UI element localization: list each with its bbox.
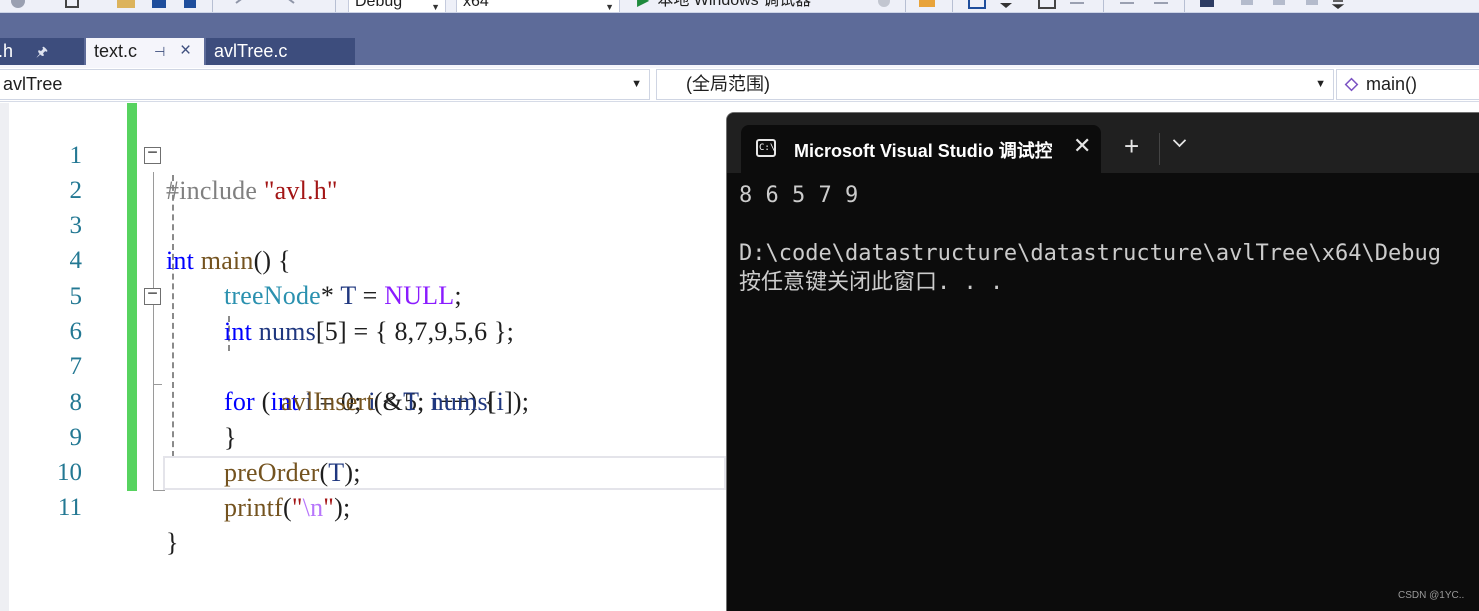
toolbar-separator (212, 0, 213, 12)
method-cube-icon (1344, 77, 1359, 92)
dropdown-small-icon[interactable] (998, 0, 1014, 9)
window-icon[interactable] (1038, 0, 1056, 9)
pin-icon[interactable]: ⊣ (154, 38, 165, 65)
debug-console-window[interactable]: C:\ Microsoft Visual Studio 调试控制台 ✕ + 8 … (726, 112, 1479, 611)
global-scope-value: (全局范围) (686, 74, 770, 94)
back-icon[interactable] (10, 0, 26, 9)
platform-value: x64 (463, 0, 489, 10)
document-tab-strip: l.h 🖈 text.c ⊣ × avlTree.c (0, 13, 1479, 69)
collapse-icon[interactable]: − (144, 145, 161, 164)
code-line-9[interactable]: 9 preOrder(T); (0, 385, 726, 487)
undo-icon[interactable] (234, 0, 250, 9)
chevron-down-icon: ▼ (631, 78, 642, 90)
project-scope-select[interactable]: avlTree ▼ (0, 69, 650, 100)
toolbar-separator (952, 0, 953, 12)
tab-avltree-c[interactable]: avlTree.c (206, 38, 355, 65)
indent-icon[interactable] (1068, 0, 1084, 9)
code-line-8[interactable]: 8 } (0, 350, 726, 452)
code-line-7[interactable]: 7 avlInsert(&T, nums[i]); (0, 314, 726, 416)
comment-icon[interactable] (1118, 0, 1134, 9)
copy-icon[interactable] (64, 0, 80, 9)
pin-icon[interactable]: 🖈 (36, 38, 48, 65)
open-folder-icon[interactable] (116, 0, 135, 9)
configuration-select[interactable]: Debug ▼ (348, 0, 446, 12)
code-line-10[interactable]: 10 printf("\n"); (0, 420, 726, 522)
chevron-down-icon[interactable] (1172, 133, 1187, 148)
code-line-2[interactable]: 2 − int main() { (0, 138, 726, 275)
code-text: printf("\n"); (224, 493, 351, 522)
console-title: Microsoft Visual Studio 调试控制台 (794, 141, 1052, 161)
layout-icon[interactable] (968, 0, 986, 9)
toolbar-separator (335, 0, 336, 12)
save-all-icon[interactable] (181, 0, 197, 9)
prev-bookmark-icon[interactable] (1238, 0, 1254, 9)
toolbar-separator (1103, 0, 1104, 12)
run-label: 本地 Windows 调试器 (657, 0, 812, 9)
toolbar-separator (1184, 0, 1185, 12)
platform-select[interactable]: x64 ▼ (456, 0, 620, 12)
console-output[interactable]: 8 6 5 7 9 D:\code\datastructure\datastru… (739, 181, 1479, 297)
line-number: 11 (57, 494, 82, 521)
tab-label: l.h (0, 41, 14, 61)
tab-text-c[interactable]: text.c ⊣ × (86, 38, 204, 65)
code-text: } (166, 528, 179, 557)
uncomment-icon[interactable] (1152, 0, 1168, 9)
start-debugging-button[interactable]: ▶ 本地 Windows 调试器 (637, 0, 811, 9)
chevron-down-icon: ▼ (431, 2, 440, 12)
collapse-icon[interactable]: − (144, 286, 161, 305)
configuration-value: Debug (355, 0, 403, 10)
project-scope-value: avlTree (3, 74, 63, 94)
code-line-1[interactable]: 1 #include "avl.h" (0, 103, 726, 205)
code-line-3[interactable]: 3 (0, 173, 726, 239)
console-output-line: 按任意键关闭此窗口. . . (739, 270, 1004, 295)
console-output-line: 8 6 5 7 9 (739, 183, 859, 208)
find-icon[interactable] (918, 0, 935, 9)
console-icon: C:\ (756, 139, 776, 157)
console-titlebar[interactable]: C:\ Microsoft Visual Studio 调试控制台 ✕ + (727, 113, 1479, 173)
global-scope-select[interactable]: (全局范围) ▼ (656, 69, 1334, 100)
save-icon[interactable] (151, 0, 167, 9)
console-tab[interactable]: C:\ Microsoft Visual Studio 调试控制台 ✕ (741, 125, 1101, 173)
close-icon[interactable]: ✕ (1073, 133, 1091, 159)
code-line-5[interactable]: 5 int nums[5] = { 8,7,9,5,6 }; (0, 244, 726, 346)
hot-reload-icon[interactable] (876, 0, 892, 9)
tab-label: text.c (94, 41, 138, 61)
watermark: CSDN @1YC.. (1398, 590, 1465, 601)
navigation-bar: avlTree ▼ (全局范围) ▼ main() (0, 68, 1479, 102)
redo-icon[interactable] (284, 0, 300, 9)
outline-guide (153, 490, 165, 491)
console-output-line: D:\code\datastructure\datastructure\avlT… (739, 241, 1441, 266)
code-line-6[interactable]: 6 − for (int i = 0; i < 5; i++) { (0, 279, 726, 416)
bookmark-icon[interactable] (1198, 0, 1214, 9)
tab-avl-h[interactable]: l.h 🖈 (0, 38, 84, 65)
clear-bookmarks-icon[interactable] (1303, 0, 1319, 9)
chevron-down-icon: ▼ (1315, 78, 1326, 90)
close-icon[interactable]: × (180, 37, 191, 64)
member-select[interactable]: main() (1336, 69, 1479, 100)
member-value: main() (1366, 74, 1418, 94)
toolbar-overflow-icon[interactable] (1330, 0, 1346, 9)
tab-label: avlTree.c (214, 41, 288, 61)
next-bookmark-icon[interactable] (1270, 0, 1286, 9)
main-toolbar: Debug ▼ x64 ▼ ▶ 本地 Windows 调试器 (0, 0, 1479, 13)
play-icon: ▶ (637, 0, 650, 9)
chevron-down-icon: ▼ (605, 2, 614, 12)
code-line-4[interactable]: 4 treeNode* T = NULL; (0, 208, 726, 310)
toolbar-separator (905, 0, 906, 12)
titlebar-separator (1159, 133, 1160, 165)
new-tab-button[interactable]: + (1124, 133, 1139, 159)
code-line-11[interactable]: 11 } (0, 455, 726, 557)
